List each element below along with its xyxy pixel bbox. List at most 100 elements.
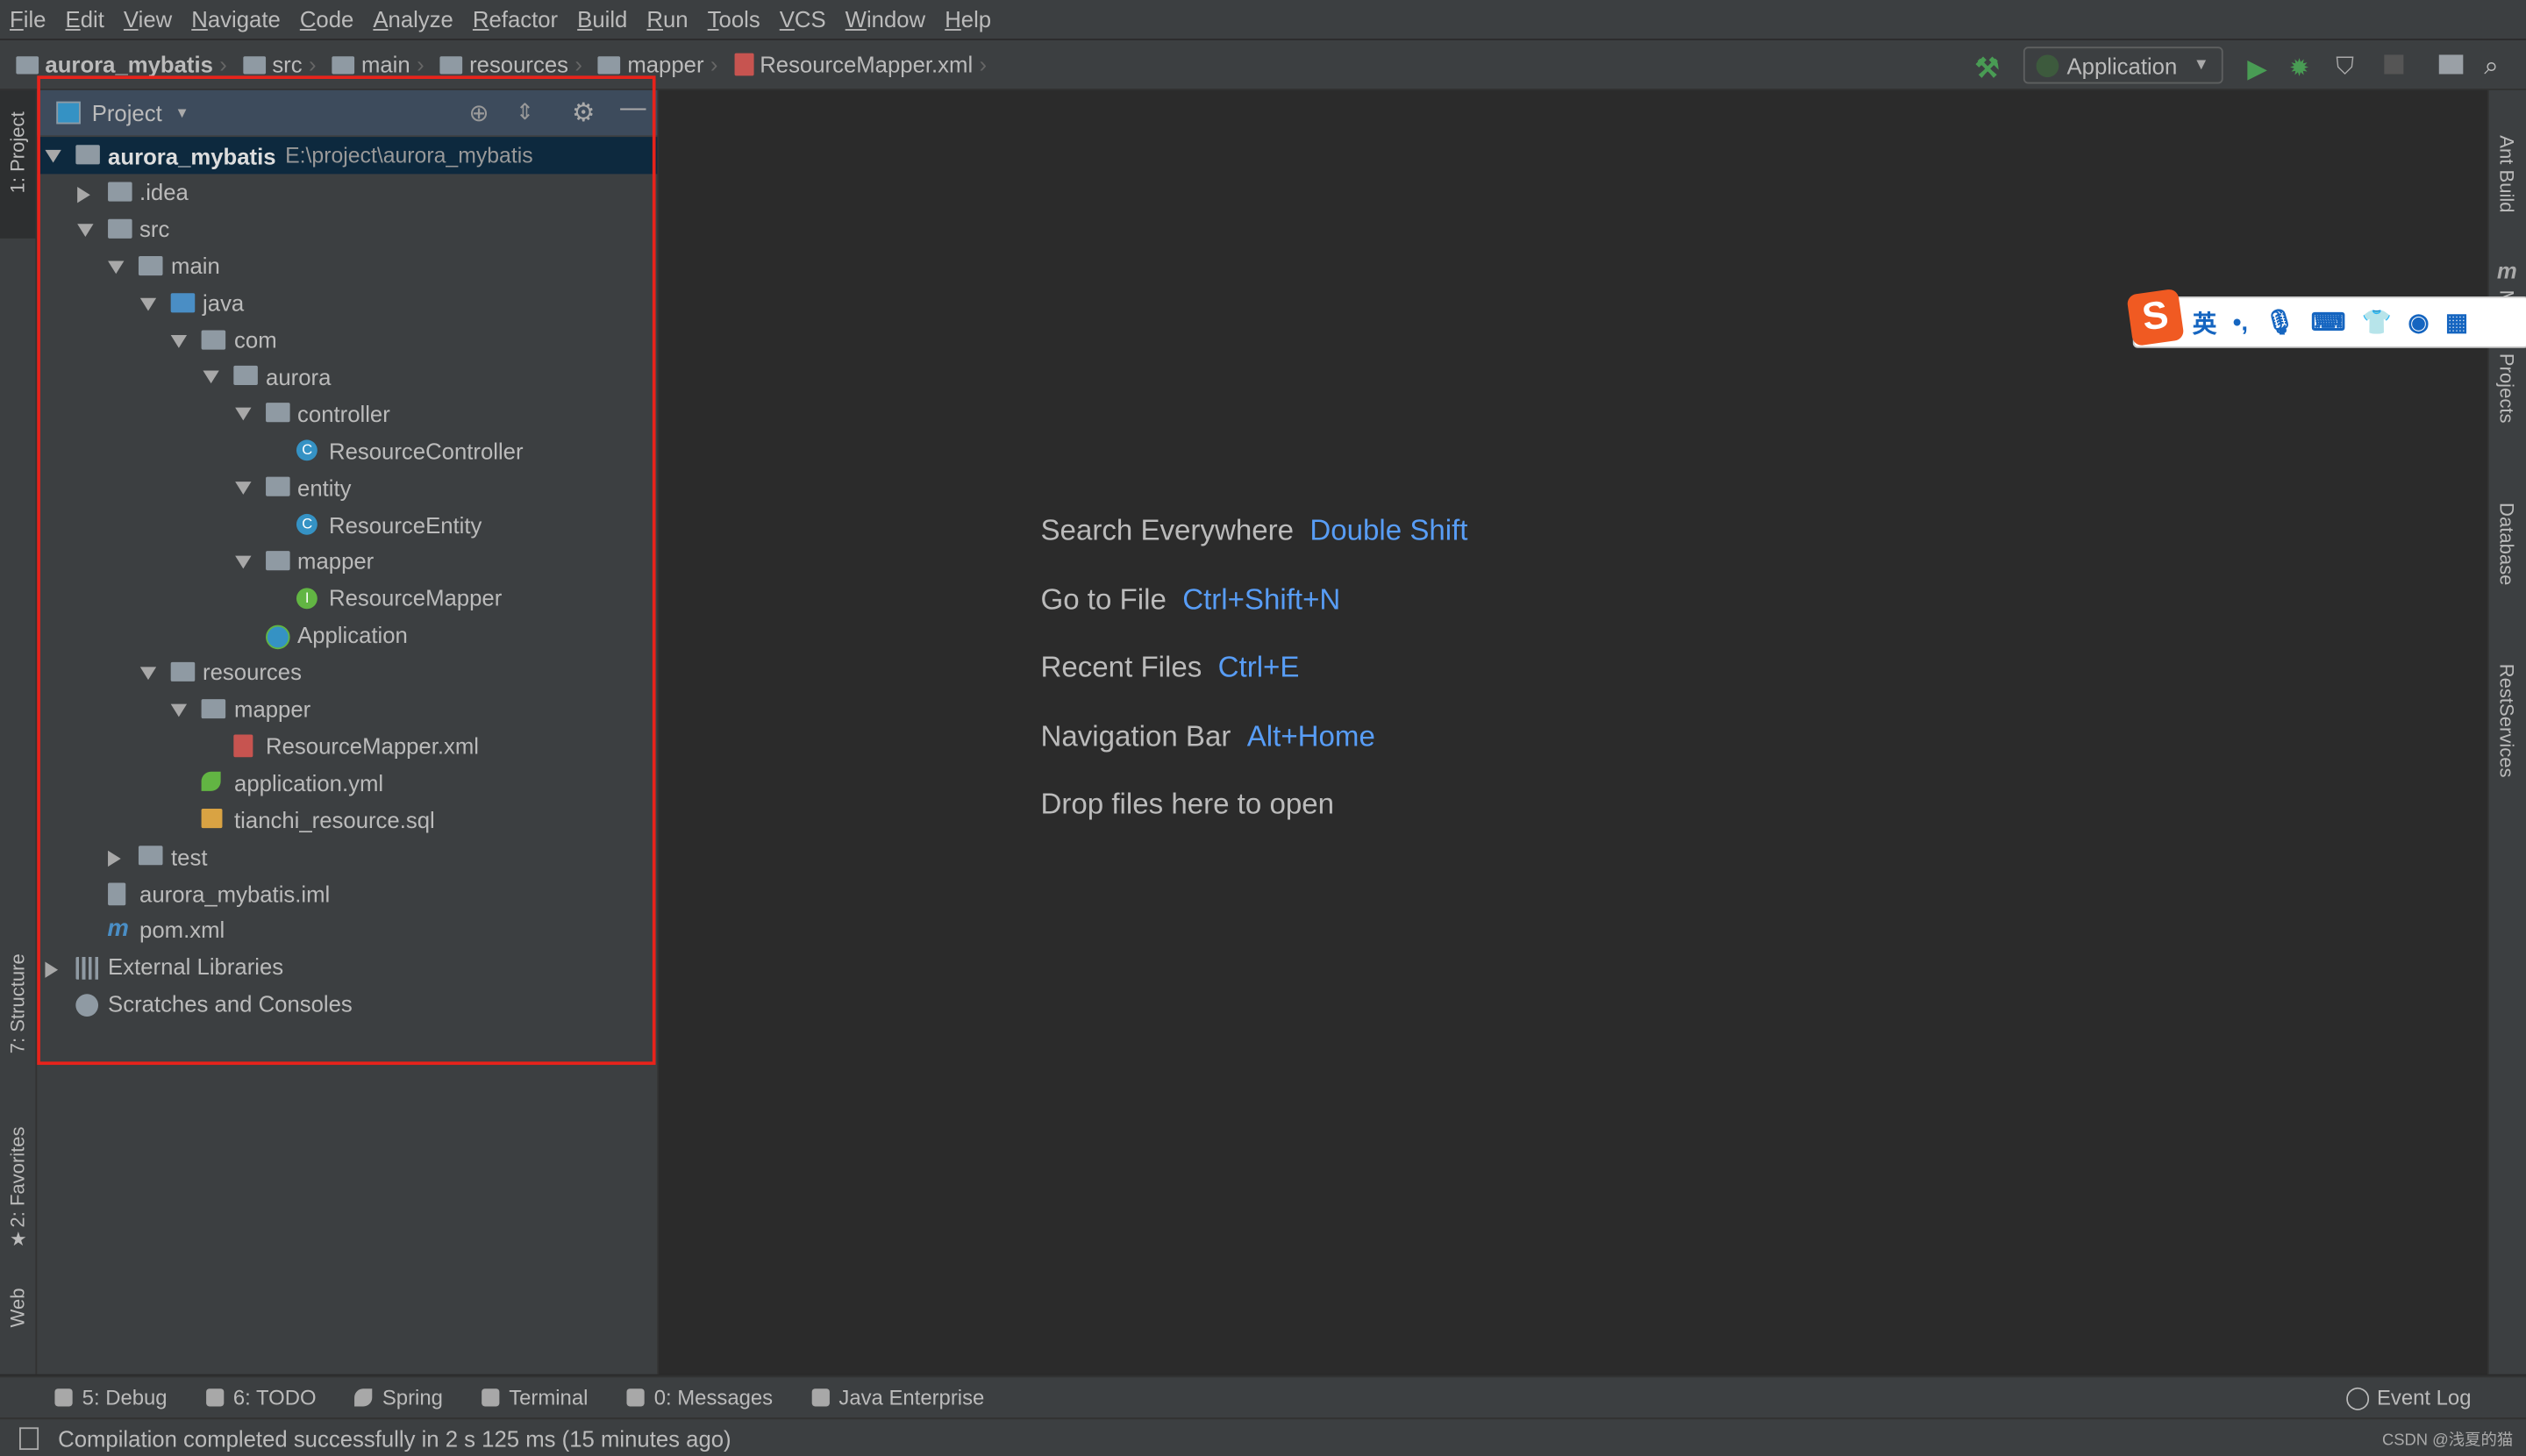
- run-config-dropdown[interactable]: Application ▼: [2023, 46, 2223, 84]
- tab-project[interactable]: 1: Project: [0, 89, 36, 239]
- collapsed-arrow-icon[interactable]: [45, 961, 59, 978]
- collapse-all-icon[interactable]: ⇕: [516, 98, 535, 125]
- breadcrumb-project[interactable]: aurora_mybatis ›: [0, 52, 227, 77]
- breadcrumb-mapper[interactable]: mapper ›: [582, 52, 717, 77]
- tool-todo[interactable]: 6: TODO: [205, 1386, 317, 1410]
- gamepad-icon[interactable]: ◉: [2408, 308, 2430, 337]
- minimize-icon[interactable]: —: [620, 95, 646, 124]
- tree-item[interactable]: ResourceMapper.xml: [37, 727, 657, 764]
- tool-terminal[interactable]: Terminal: [481, 1386, 588, 1410]
- tree-item[interactable]: tianchi_resource.sql: [37, 801, 657, 838]
- xml-icon: [233, 735, 253, 758]
- tree-item[interactable]: aurora_mybatis E:\project\aurora_mybatis: [37, 137, 658, 175]
- menu-file[interactable]: File: [0, 6, 56, 32]
- menu-view[interactable]: View: [114, 6, 182, 32]
- menu-window[interactable]: Window: [836, 6, 936, 32]
- menu-help[interactable]: Help: [935, 6, 1001, 32]
- expanded-arrow-icon[interactable]: [203, 371, 219, 384]
- tree-item[interactable]: C ResourceController: [37, 432, 657, 469]
- skin-shirt-icon[interactable]: 👕: [2362, 308, 2392, 337]
- tree-item[interactable]: main: [37, 247, 657, 284]
- apps-grid-icon[interactable]: ▦: [2445, 308, 2468, 337]
- tool-debug[interactable]: 5: Debug: [54, 1386, 168, 1410]
- run-icon[interactable]: ▶: [2247, 54, 2267, 86]
- expanded-arrow-icon[interactable]: [171, 334, 188, 347]
- breadcrumb-main[interactable]: main ›: [317, 52, 425, 77]
- breadcrumb-file[interactable]: ResourceMapper.xml ›: [717, 52, 987, 77]
- tree-item[interactable]: aurora_mybatis.iml: [37, 874, 657, 911]
- tab-database[interactable]: Database: [2495, 503, 2518, 585]
- tree-item[interactable]: entity: [37, 469, 657, 506]
- tree-item[interactable]: mapper: [37, 690, 657, 727]
- tool-event-log[interactable]: ◯ Event Log: [2345, 1384, 2472, 1411]
- expanded-arrow-icon[interactable]: [45, 149, 61, 163]
- expanded-arrow-icon[interactable]: [139, 666, 156, 680]
- project-view-selector[interactable]: Project: [92, 100, 162, 125]
- tab-favorites[interactable]: 2: Favorites: [6, 1126, 29, 1227]
- tab-ant-build[interactable]: Ant Build: [2495, 135, 2518, 212]
- menu-build[interactable]: Build: [567, 6, 637, 32]
- chevron-down-icon[interactable]: ▼: [175, 104, 189, 120]
- tool-java-enterprise[interactable]: Java Enterprise: [811, 1386, 984, 1410]
- tree-item[interactable]: src: [37, 211, 657, 247]
- tree-item[interactable]: Scratches and Consoles: [37, 985, 657, 1022]
- expanded-arrow-icon[interactable]: [139, 297, 156, 310]
- tree-item[interactable]: C ResourceEntity: [37, 506, 657, 543]
- expanded-arrow-icon[interactable]: [234, 408, 251, 421]
- toggle-tool-windows-icon[interactable]: [19, 1426, 39, 1450]
- tree-item[interactable]: com: [37, 321, 657, 358]
- tab-web[interactable]: Web: [6, 1288, 29, 1327]
- stop-icon[interactable]: [2384, 54, 2404, 75]
- tree-item[interactable]: test: [37, 838, 657, 874]
- tree-item[interactable]: I ResourceMapper: [37, 580, 657, 617]
- tab-rest-services[interactable]: RestServices: [2495, 664, 2518, 778]
- expanded-arrow-icon[interactable]: [234, 555, 251, 569]
- expanded-arrow-icon[interactable]: [234, 482, 251, 496]
- tree-item[interactable]: mapper: [37, 543, 657, 580]
- tool-label: Spring: [382, 1385, 443, 1410]
- debug-bug-icon[interactable]: ✹: [2289, 54, 2309, 82]
- keyboard-icon[interactable]: ⌨: [2311, 308, 2346, 337]
- gear-icon[interactable]: ⚙: [572, 96, 595, 129]
- tree-item[interactable]: Application: [37, 617, 657, 653]
- breadcrumb-src[interactable]: src ›: [227, 52, 317, 77]
- menu-navigate[interactable]: Navigate: [182, 6, 290, 32]
- tree-item[interactable]: application.yml: [37, 764, 657, 801]
- punctuation-icon[interactable]: •,: [2233, 309, 2248, 336]
- menu-analyze[interactable]: Analyze: [363, 6, 463, 32]
- menu-code[interactable]: Code: [290, 6, 364, 32]
- resources-folder-icon: [440, 55, 463, 74]
- editor-empty-area[interactable]: [659, 89, 2487, 1374]
- breadcrumb-resources[interactable]: resources ›: [425, 52, 582, 77]
- project-structure-icon[interactable]: [2438, 54, 2464, 75]
- microphone-icon[interactable]: 🎙: [2264, 308, 2294, 337]
- tab-structure[interactable]: 7: Structure: [6, 953, 29, 1053]
- menu-edit[interactable]: Edit: [56, 6, 114, 32]
- tool-spring[interactable]: Spring: [354, 1385, 443, 1410]
- tree-item[interactable]: controller: [37, 396, 657, 432]
- run-with-coverage-icon[interactable]: ⛉: [2336, 54, 2354, 81]
- tree-item[interactable]: External Libraries: [37, 948, 657, 985]
- build-hammer-icon[interactable]: ⚒: [1975, 54, 2000, 86]
- expanded-arrow-icon[interactable]: [108, 260, 125, 274]
- tree-item[interactable]: .idea: [37, 174, 657, 211]
- locate-crosshair-icon[interactable]: ⊕: [468, 98, 489, 127]
- menu-refactor[interactable]: Refactor: [463, 6, 567, 32]
- collapsed-arrow-icon[interactable]: [108, 850, 122, 867]
- ime-mode[interactable]: 英: [2193, 305, 2217, 339]
- collapsed-arrow-icon[interactable]: [76, 186, 90, 203]
- tool-messages[interactable]: 0: Messages: [626, 1386, 773, 1410]
- ime-toolbar[interactable]: S 英 •, 🎙 ⌨ 👕 ◉ ▦: [2126, 288, 2526, 348]
- expanded-arrow-icon[interactable]: [171, 703, 188, 717]
- search-icon[interactable]: ⌕: [2484, 54, 2498, 82]
- menu-tools[interactable]: Tools: [698, 6, 770, 32]
- expanded-arrow-icon[interactable]: [76, 223, 93, 237]
- tree-item[interactable]: java: [37, 284, 657, 321]
- menu-run[interactable]: Run: [637, 6, 697, 32]
- tree-item[interactable]: resources: [37, 653, 657, 690]
- status-message[interactable]: Compilation completed successfully in 2 …: [58, 1425, 731, 1451]
- tree-item[interactable]: m pom.xml: [37, 911, 657, 948]
- status-bar: Compilation completed successfully in 2 …: [0, 1417, 2526, 1456]
- tree-item[interactable]: aurora: [37, 358, 657, 395]
- menu-vcs[interactable]: VCS: [770, 6, 836, 32]
